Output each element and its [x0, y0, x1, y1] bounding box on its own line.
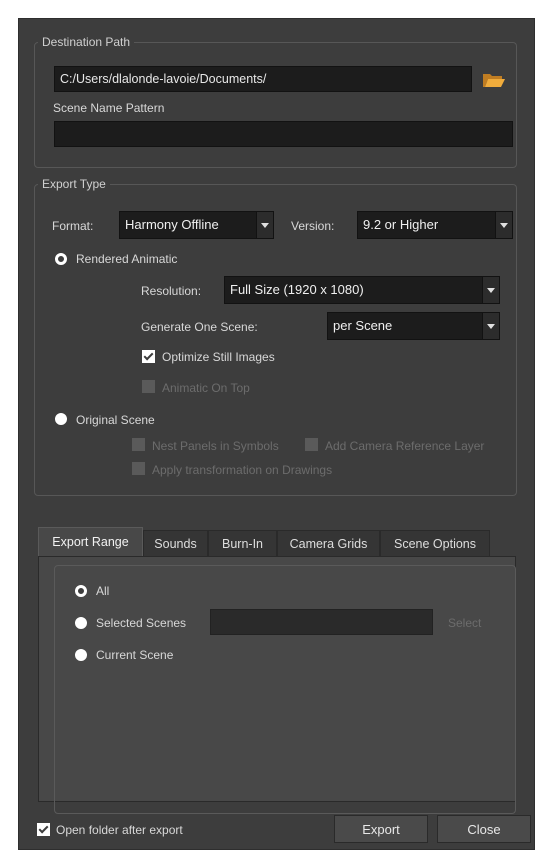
optimize-still-images-label: Optimize Still Images [162, 350, 275, 364]
generate-one-scene-value: per Scene [333, 318, 393, 333]
browse-folder-icon[interactable] [482, 71, 506, 89]
add-camera-reference-label: Add Camera Reference Layer [325, 439, 485, 453]
optimize-still-images-checkbox[interactable] [142, 350, 155, 363]
animatic-on-top-checkbox[interactable] [142, 380, 155, 393]
version-select-value: 9.2 or Higher [363, 217, 439, 232]
resolution-label: Resolution: [141, 284, 202, 298]
animatic-on-top-label: Animatic On Top [162, 381, 250, 395]
close-button[interactable]: Close [437, 815, 531, 843]
generate-one-scene-select[interactable]: per Scene [327, 312, 500, 340]
selected-scenes-field[interactable] [210, 609, 433, 635]
range-all-label: All [96, 584, 110, 598]
rendered-animatic-radio[interactable] [55, 253, 67, 265]
resolution-select-value: Full Size (1920 x 1080) [230, 282, 364, 297]
apply-transformation-checkbox[interactable] [132, 462, 145, 475]
nest-panels-checkbox[interactable] [132, 438, 145, 451]
generate-one-scene-label: Generate One Scene: [141, 320, 258, 334]
destination-path-group: Destination Path C:/Users/dlalonde-lavoi… [34, 35, 517, 168]
range-current-radio[interactable] [75, 649, 87, 661]
range-selected-label: Selected Scenes [96, 616, 187, 630]
chevron-down-icon [495, 212, 512, 238]
export-range-panel: All Selected Scenes Select Current Scene [38, 556, 516, 814]
add-camera-reference-checkbox[interactable] [305, 438, 318, 451]
destination-path-field[interactable]: C:/Users/dlalonde-lavoie/Documents/ [54, 66, 472, 92]
chevron-down-icon [482, 313, 499, 339]
version-label: Version: [291, 219, 335, 233]
rendered-animatic-label: Rendered Animatic [76, 252, 178, 266]
export-dialog: Destination Path C:/Users/dlalonde-lavoi… [18, 18, 535, 850]
scene-name-pattern-field[interactable] [54, 121, 513, 147]
export-button[interactable]: Export [334, 815, 428, 843]
tab-burn-in[interactable]: Burn-In [208, 530, 277, 556]
apply-transformation-label: Apply transformation on Drawings [152, 463, 333, 477]
open-folder-checkbox[interactable] [37, 823, 50, 836]
open-folder-label: Open folder after export [56, 823, 183, 837]
original-scene-label: Original Scene [76, 413, 155, 427]
nest-panels-label: Nest Panels in Symbols [152, 439, 279, 453]
format-select-value: Harmony Offline [125, 217, 219, 232]
chevron-down-icon [482, 277, 499, 303]
destination-path-title: Destination Path [38, 35, 135, 49]
export-range-frame: All Selected Scenes Select Current Scene [54, 565, 516, 814]
tab-export-range[interactable]: Export Range [38, 527, 143, 557]
tab-sounds[interactable]: Sounds [143, 530, 208, 556]
export-type-title: Export Type [38, 177, 110, 191]
tab-camera-grids[interactable]: Camera Grids [277, 530, 380, 556]
export-type-group: Export Type Format: Harmony Offline Vers… [34, 177, 517, 496]
range-all-radio[interactable] [75, 585, 87, 597]
tab-scene-options[interactable]: Scene Options [380, 530, 490, 556]
select-button[interactable]: Select [448, 616, 481, 630]
range-selected-radio[interactable] [75, 617, 87, 629]
chevron-down-icon [256, 212, 273, 238]
format-select[interactable]: Harmony Offline [119, 211, 274, 239]
resolution-select[interactable]: Full Size (1920 x 1080) [224, 276, 500, 304]
range-current-label: Current Scene [96, 648, 174, 662]
scene-name-pattern-label: Scene Name Pattern [53, 101, 165, 115]
original-scene-radio[interactable] [55, 413, 67, 425]
format-label: Format: [52, 219, 94, 233]
version-select[interactable]: 9.2 or Higher [357, 211, 513, 239]
